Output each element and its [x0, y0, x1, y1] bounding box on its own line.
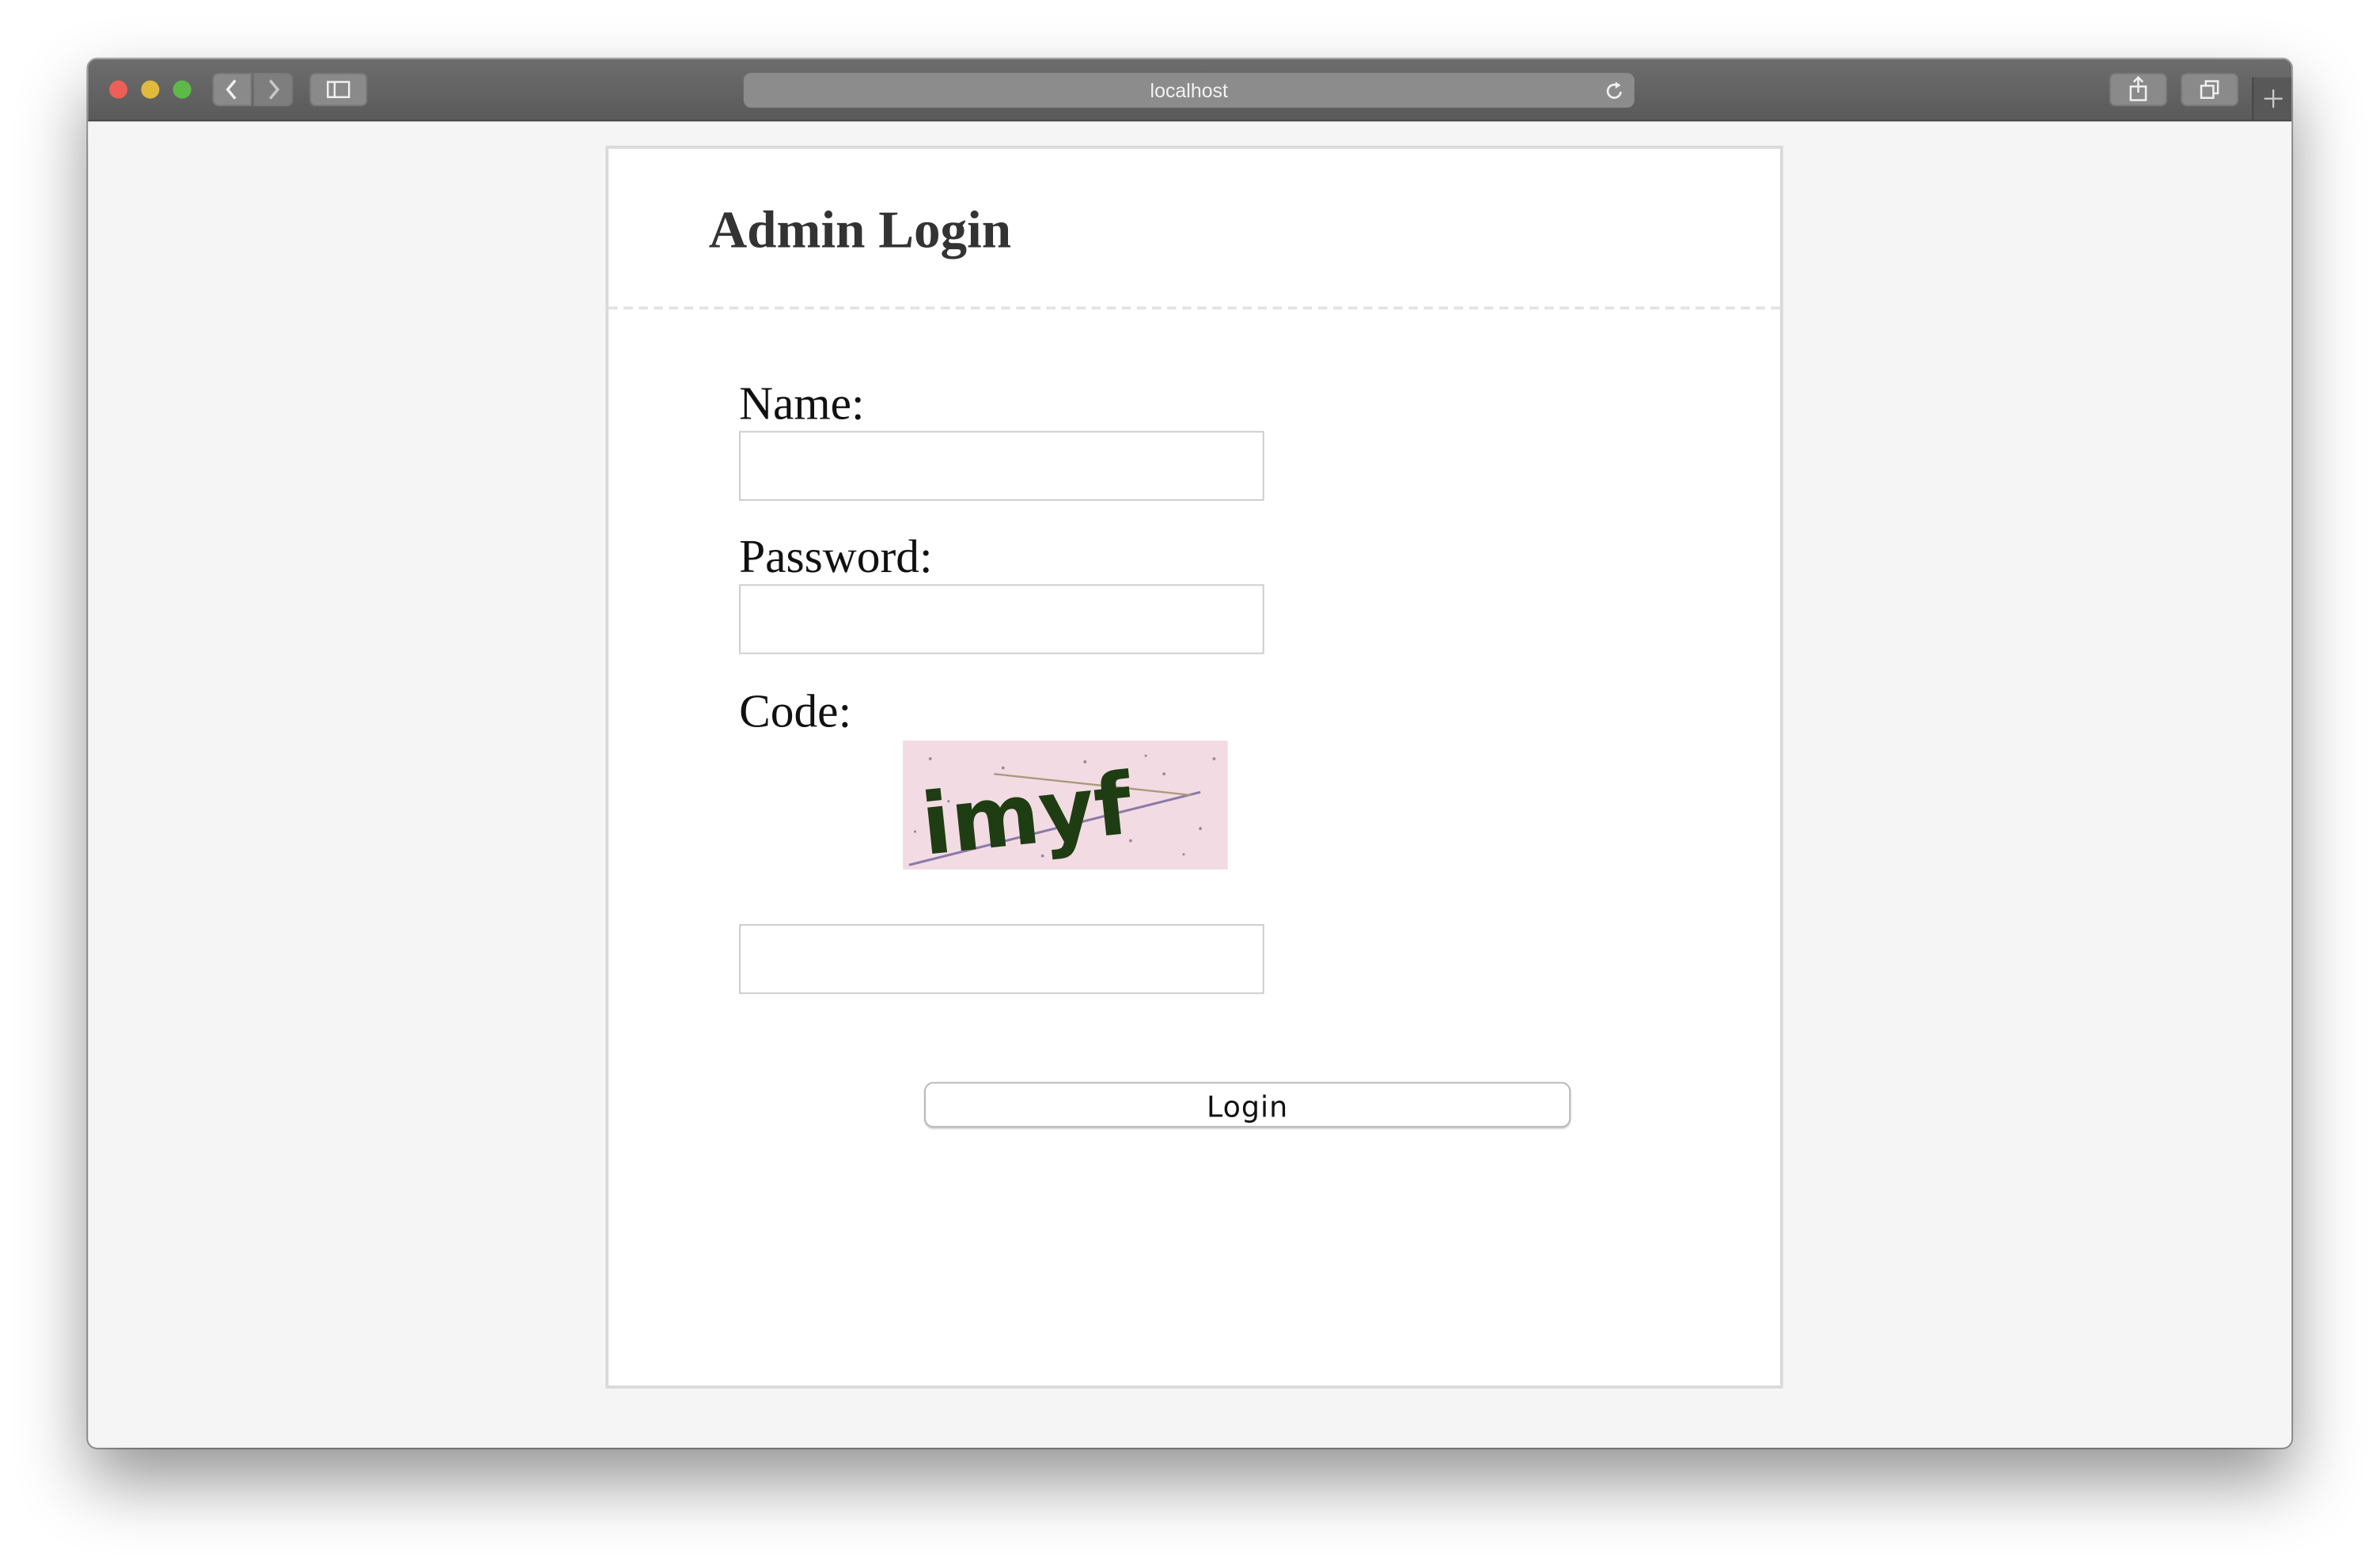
reload-icon[interactable] [1604, 79, 1625, 102]
sidebar-icon [327, 81, 351, 98]
tabs-overview-icon [2200, 80, 2219, 99]
forward-button[interactable] [253, 73, 294, 107]
browser-toolbar: localhost [88, 59, 2292, 122]
browser-window: localhost Admin Login Name: Password: Co… [88, 59, 2292, 1448]
address-bar[interactable]: localhost [743, 73, 1635, 108]
new-tab-button[interactable] [2252, 77, 2292, 120]
name-field[interactable] [739, 430, 1264, 501]
close-window-button[interactable] [109, 80, 128, 99]
captcha-graphic: imyf [903, 740, 1228, 875]
login-button[interactable]: Login [924, 1082, 1571, 1128]
code-label: Code: [739, 684, 852, 738]
captcha-image[interactable]: imyf [903, 740, 1228, 875]
page-title: Admin Login [708, 200, 1012, 260]
sidebar-toggle-button[interactable] [309, 73, 368, 107]
back-button[interactable] [212, 73, 252, 107]
chevron-right-icon [269, 79, 280, 100]
screen: localhost Admin Login Name: Password: Co… [0, 0, 2380, 1565]
title-divider [608, 306, 1780, 310]
plus-icon [2264, 89, 2283, 108]
share-button[interactable] [2109, 73, 2167, 107]
page-viewport: Admin Login Name: Password: Code: imyf L… [88, 121, 2292, 1448]
minimize-window-button[interactable] [141, 80, 160, 99]
name-label: Name: [739, 376, 865, 430]
chevron-left-icon [225, 79, 237, 100]
maximize-window-button[interactable] [172, 80, 191, 99]
login-card: Admin Login Name: Password: Code: imyf L… [605, 146, 1783, 1389]
password-field[interactable] [739, 584, 1264, 654]
password-label: Password: [739, 529, 933, 583]
address-text: localhost [1150, 78, 1228, 102]
tab-overview-button[interactable] [2181, 73, 2239, 107]
share-icon [2129, 76, 2147, 101]
code-field[interactable] [739, 924, 1264, 995]
